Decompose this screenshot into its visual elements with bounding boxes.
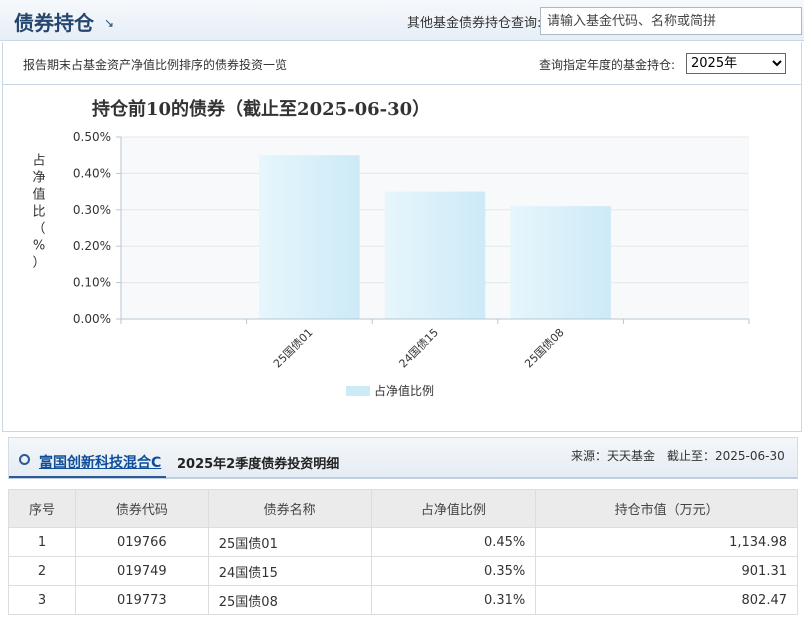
tab-underline [9,476,166,478]
y-label-char: 值 [32,187,45,203]
y-axis-ticks: 0.00% 0.10% 0.20% 0.30% 0.40% 0.50% [73,130,121,326]
x-tick-label: 24国债15 [396,325,441,370]
y-label-char: % [33,239,45,254]
column-header: 债券名称 [207,489,372,528]
y-tick-label: 0.40% [73,166,111,180]
x-tick-label: 25国债08 [521,325,566,370]
y-tick-label: 0.30% [73,203,111,217]
page-header: 债券持仓 ↘ 其他基金债券持仓查询: [0,0,804,41]
table-header-row: 序号 债券代码 债券名称 占净值比例 持仓市值（万元） [8,489,798,528]
market-value: 1,134.98 [535,527,798,557]
column-header: 债券代码 [74,489,209,528]
y-tick-label: 0.10% [73,276,111,290]
bar[interactable] [259,155,360,319]
column-header: 占净值比例 [370,489,537,528]
column-header: 持仓市值（万元） [535,489,798,528]
fund-search-input[interactable] [540,7,802,35]
bond-code: 019749 [74,556,209,586]
source-info: 来源：天天基金 截止至：2025-06-30 [571,449,785,463]
panel-description: 报告期末占基金资产净值比例排序的债券投资一览 [23,58,288,72]
legend-label: 占净值比例 [374,383,434,398]
bond-name: 25国债01 [207,527,372,557]
y-label-char: （ [32,222,45,237]
y-label-char: ） [32,256,45,271]
bond-code: 019773 [74,585,209,615]
y-label-char: 净 [32,171,45,186]
fund-name-link[interactable]: 富国创新科技混合C [39,452,161,472]
expand-arrow-icon[interactable]: ↘ [104,16,114,30]
column-header: 序号 [8,489,76,528]
table-row: 2 019749 24国债15 0.35% 901.31 [8,556,798,586]
detail-title: 2025年2季度债券投资明细 [177,457,340,472]
net-value-ratio: 0.35% [370,556,537,586]
net-value-ratio: 0.31% [370,585,537,615]
bar[interactable] [384,191,486,319]
x-axis-ticks: 25国债01 24国债15 25国债08 [120,319,750,370]
circle-icon [19,454,30,465]
market-value: 901.31 [535,556,798,586]
year-select-label: 查询指定年度的基金持仓: [539,58,676,72]
detail-header: 富国创新科技混合C 2025年2季度债券投资明细 来源：天天基金 截止至：202… [8,437,798,479]
y-tick-label: 0.50% [73,130,111,144]
bond-holdings-chart: 持仓前10的债券（截止至2025-06-30） 0.00%0.10%0.20%0… [32,98,750,398]
y-tick-label: 0.20% [73,239,111,253]
panel-subbar: 报告期末占基金资产净值比例排序的债券投资一览 查询指定年度的基金持仓: 2025… [3,42,801,85]
y-label-char: 比 [32,205,45,220]
bond-code: 019766 [74,527,209,557]
row-index: 3 [8,585,76,615]
x-tick-label: 25国债01 [270,325,315,370]
page-title: 债券持仓 [14,11,94,35]
search-label: 其他基金债券持仓查询: [407,16,542,31]
bond-name: 25国债08 [207,585,372,615]
y-tick-label: 0.00% [73,312,111,326]
chart-title: 持仓前10的债券（截止至2025-06-30） [92,98,430,120]
row-index: 1 [8,527,76,557]
bond-name: 24国债15 [207,556,372,586]
market-value: 802.47 [535,585,798,615]
legend-swatch [346,386,370,396]
holdings-panel: 报告期末占基金资产净值比例排序的债券投资一览 查询指定年度的基金持仓: 2025… [2,42,802,432]
year-select[interactable]: 2025年 [686,53,786,74]
row-index: 2 [8,556,76,586]
table-row: 3 019773 25国债08 0.31% 802.47 [8,585,798,615]
bar[interactable] [510,206,611,319]
net-value-ratio: 0.45% [370,527,537,557]
bond-detail-table: 序号 债券代码 债券名称 占净值比例 持仓市值（万元） 1 019766 25国… [8,489,798,615]
y-label-char: 占 [32,154,45,169]
y-axis-label: 占净值比 （% ） [32,154,45,271]
table-row: 1 019766 25国债01 0.45% 1,134.98 [8,527,798,557]
